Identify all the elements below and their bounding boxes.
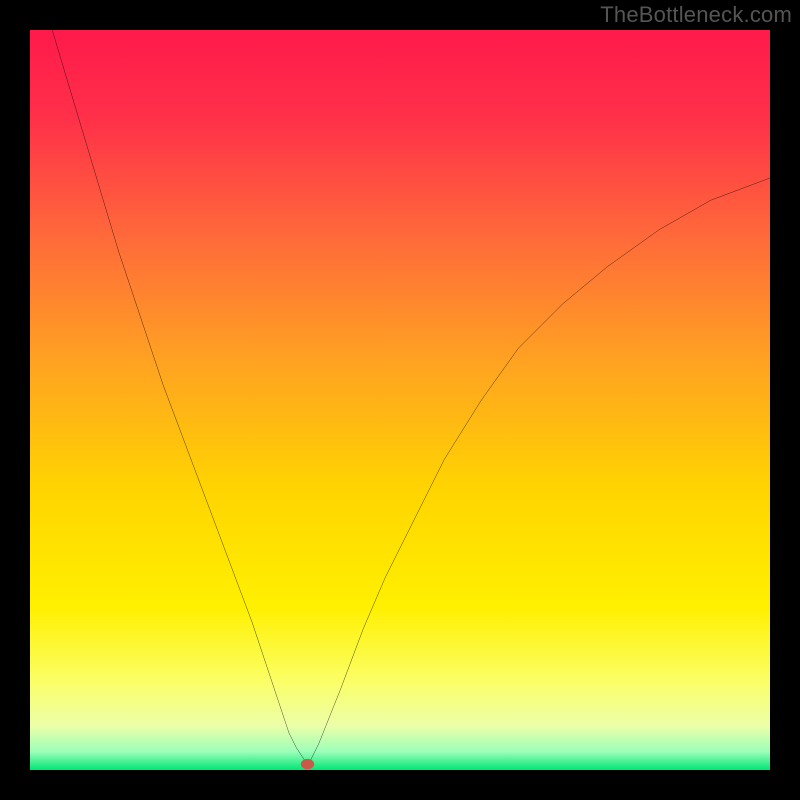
- min-marker: [301, 759, 314, 769]
- chart-svg: [30, 30, 770, 770]
- gradient-background: [30, 30, 770, 770]
- chart-frame: TheBottleneck.com: [0, 0, 800, 800]
- chart-plot-area: [30, 30, 770, 770]
- watermark-text: TheBottleneck.com: [600, 2, 792, 28]
